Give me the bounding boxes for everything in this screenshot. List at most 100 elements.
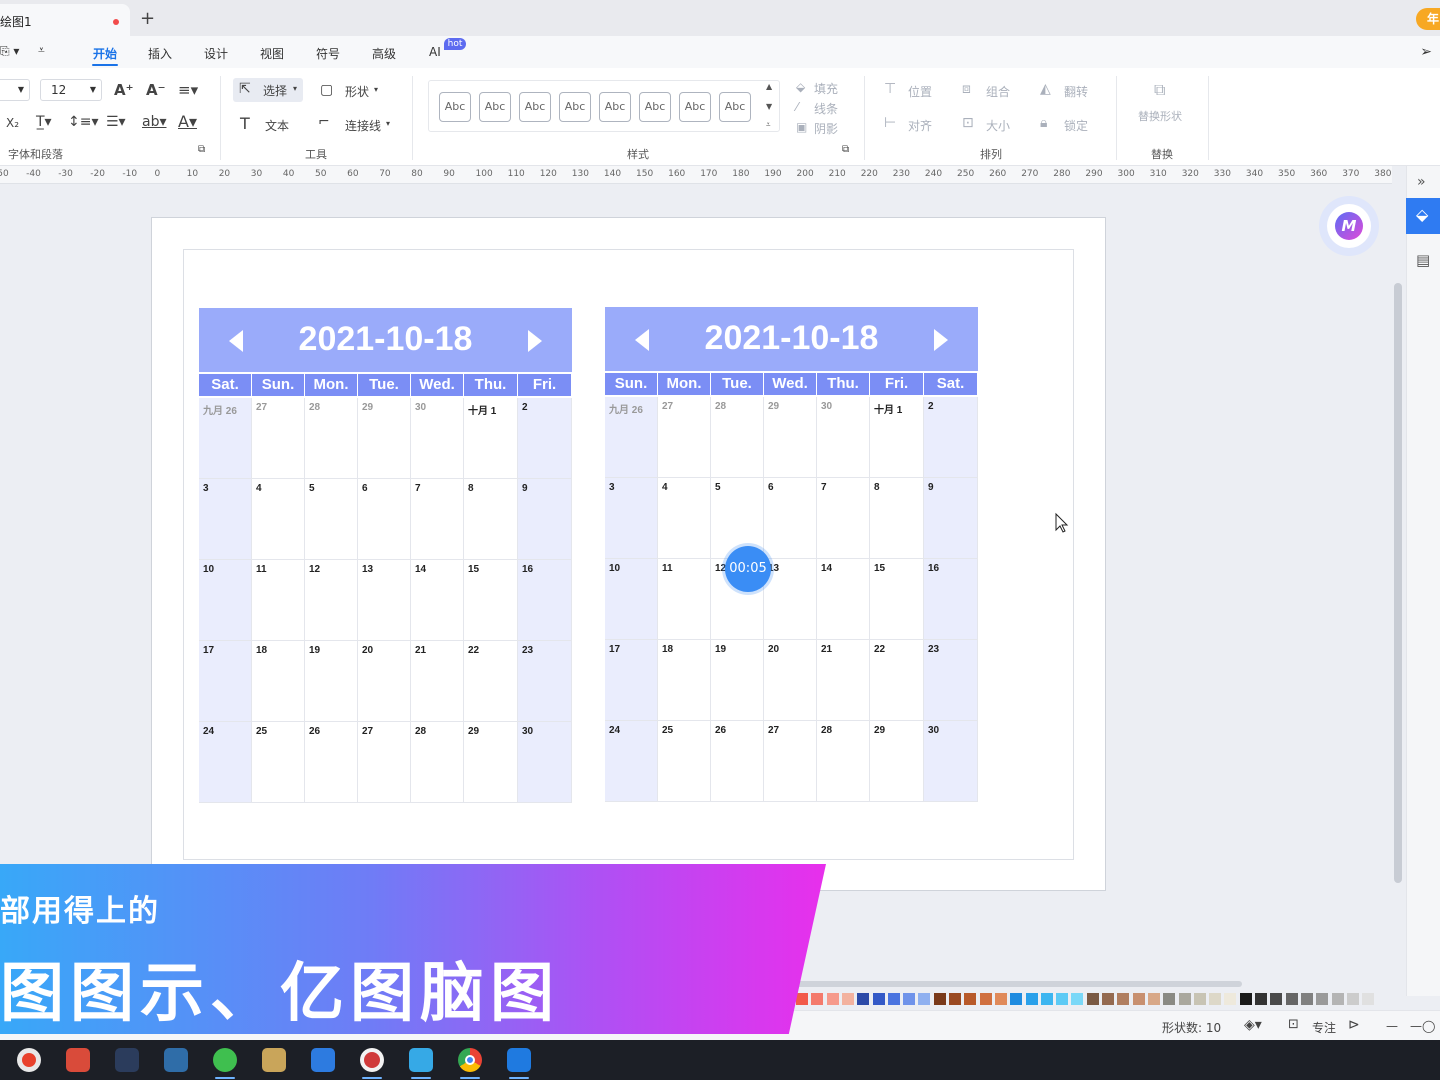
style-sample-8[interactable]: Abc	[719, 92, 751, 122]
document-tab[interactable]: 绘图1	[0, 4, 130, 36]
size-icon[interactable]: ⊡	[962, 115, 974, 131]
text-tool-label[interactable]: 文本	[265, 117, 289, 134]
style-sample-7[interactable]: Abc	[679, 92, 711, 122]
style-sample-5[interactable]: Abc	[599, 92, 631, 122]
rectangle-icon[interactable]: ▢	[320, 82, 333, 98]
calendar-day-cell[interactable]: 30	[411, 398, 464, 479]
zoom-out-icon[interactable]: —	[1386, 1019, 1398, 1033]
list-icon[interactable]: ☰▾	[106, 114, 126, 130]
calendar-day-cell[interactable]: 28	[817, 721, 870, 802]
next-month-icon[interactable]	[934, 329, 948, 351]
chevron-down-icon[interactable]: ▾	[386, 119, 390, 128]
calendar-day-cell[interactable]: 24	[199, 722, 252, 803]
color-swatch[interactable]	[1163, 993, 1176, 1005]
horizontal-scroll-thumb[interactable]	[760, 981, 1242, 987]
calendar-day-cell[interactable]: 2	[924, 397, 978, 478]
play-icon[interactable]: ⊳	[1348, 1017, 1360, 1033]
calendar-day-cell[interactable]: 2	[518, 398, 572, 479]
chevron-down-icon[interactable]: ▾	[374, 85, 378, 94]
calendar-day-cell[interactable]: 9	[924, 478, 978, 559]
grow-font-icon[interactable]: A⁺	[114, 81, 134, 99]
calendar-day-cell[interactable]: 26	[305, 722, 358, 803]
calendar-day-cell[interactable]: 十月 1	[870, 397, 924, 478]
menu-ai[interactable]: AI	[429, 45, 441, 59]
mail-app-icon[interactable]	[311, 1048, 335, 1072]
flip-button[interactable]: 翻转	[1064, 83, 1088, 100]
calendar-day-cell[interactable]: 6	[358, 479, 411, 560]
color-swatch[interactable]	[1102, 993, 1114, 1005]
color-swatch[interactable]	[918, 993, 931, 1005]
color-swatch[interactable]	[1362, 993, 1375, 1005]
color-swatch[interactable]	[1255, 993, 1267, 1005]
flip-icon[interactable]: ◭	[1040, 81, 1051, 97]
edraw-app-icon[interactable]	[409, 1048, 433, 1072]
layers-icon[interactable]: ◈▾	[1244, 1017, 1262, 1033]
lock-button[interactable]: 锁定	[1064, 117, 1088, 134]
video-app-icon[interactable]	[164, 1048, 188, 1072]
calendar-day-cell[interactable]: 9	[518, 479, 572, 560]
color-swatch[interactable]	[1147, 993, 1160, 1005]
color-swatch[interactable]	[1071, 993, 1084, 1005]
add-tab-icon[interactable]: +	[140, 8, 155, 29]
lock-icon[interactable]: 🔒︎	[1040, 115, 1047, 131]
calendar-day-cell[interactable]: 18	[658, 640, 711, 721]
gallery-more-icon[interactable]: ⩡	[766, 120, 771, 130]
subscript-icon[interactable]: X₂	[6, 116, 19, 130]
group-icon[interactable]: ⧈	[962, 81, 971, 97]
color-swatch[interactable]	[1270, 993, 1283, 1005]
color-swatch[interactable]	[994, 993, 1007, 1005]
style-sample-2[interactable]: Abc	[479, 92, 511, 122]
align-button[interactable]: 对齐	[908, 117, 932, 134]
color-swatch[interactable]	[1040, 993, 1053, 1005]
color-swatch[interactable]	[1193, 993, 1206, 1005]
calendar-day-cell[interactable]: 22	[464, 641, 518, 722]
calendar-day-cell[interactable]: 23	[924, 640, 978, 721]
calendar-day-cell[interactable]: 4	[658, 478, 711, 559]
color-swatch[interactable]	[826, 993, 839, 1005]
style-dialog-launcher-icon[interactable]: ⧉	[842, 144, 849, 155]
align-icon[interactable]: ≡▾	[178, 81, 198, 99]
calendar-day-cell[interactable]: 10	[199, 560, 252, 641]
color-swatch[interactable]	[857, 993, 870, 1005]
calendar-day-cell[interactable]: 10	[605, 559, 658, 640]
calendar-day-cell[interactable]: 29	[358, 398, 411, 479]
font-dialog-launcher-icon[interactable]: ⧉	[198, 144, 205, 155]
zoom-slider[interactable]: —◯	[1410, 1019, 1435, 1033]
color-swatch[interactable]	[872, 993, 885, 1005]
calendar-day-cell[interactable]: 14	[411, 560, 464, 641]
calendar-day-cell[interactable]: 23	[518, 641, 572, 722]
share-icon[interactable]: ➢	[1420, 44, 1432, 60]
calendar-day-cell[interactable]: 28	[711, 397, 764, 478]
menu-home[interactable]: 开始	[93, 45, 117, 62]
menu-advanced[interactable]: 高级	[372, 45, 396, 62]
fill-icon[interactable]: ⬙	[796, 80, 805, 94]
calendar-day-cell[interactable]: 25	[658, 721, 711, 802]
color-swatch[interactable]	[841, 993, 854, 1005]
calendar-day-cell[interactable]: 28	[411, 722, 464, 803]
shape-tool-label[interactable]: 形状	[345, 83, 369, 100]
calendar-day-cell[interactable]: 21	[411, 641, 464, 722]
menu-view[interactable]: 视图	[260, 45, 284, 62]
vertical-scroll-thumb[interactable]	[1394, 283, 1402, 883]
calendar-day-cell[interactable]: 26	[711, 721, 764, 802]
calendar-day-cell[interactable]: 7	[411, 479, 464, 560]
color-swatch[interactable]	[1010, 993, 1023, 1005]
calendar-day-cell[interactable]: 27	[252, 398, 305, 479]
gallery-up-icon[interactable]: ▲	[766, 82, 772, 91]
font-color-icon[interactable]: A▾	[178, 112, 197, 131]
customize-toolbar-icon[interactable]: ⩡	[38, 43, 45, 58]
calendar-day-cell[interactable]: 20	[358, 641, 411, 722]
next-month-icon[interactable]	[528, 330, 542, 352]
line-spacing-icon[interactable]: ↕≡▾	[68, 114, 99, 130]
menu-design[interactable]: 设计	[204, 45, 228, 62]
pen-app-icon[interactable]	[115, 1048, 139, 1072]
quick-access-icon[interactable]: ⎘ ▾	[0, 44, 19, 59]
calendar-day-cell[interactable]: 九月 26	[199, 398, 252, 479]
color-swatch[interactable]	[1224, 993, 1237, 1005]
color-swatch[interactable]	[811, 993, 824, 1005]
color-swatch[interactable]	[1346, 993, 1359, 1005]
color-swatch[interactable]	[1316, 993, 1329, 1005]
text-tool-icon[interactable]: T	[240, 114, 250, 133]
calendar-day-cell[interactable]: 13	[764, 559, 817, 640]
calendar-day-cell[interactable]: 29	[464, 722, 518, 803]
